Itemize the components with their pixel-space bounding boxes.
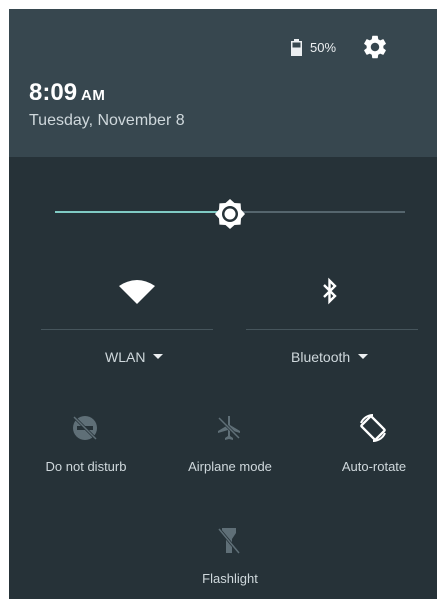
clock-hours-minutes: 8:09 xyxy=(29,79,78,106)
brightness-slider-track[interactable] xyxy=(230,211,405,213)
wlan-divider xyxy=(41,329,213,330)
chevron-down-icon xyxy=(153,353,164,359)
flashlight-label: Flashlight xyxy=(202,571,258,586)
clock-time: 8:09 AM xyxy=(29,79,105,110)
airplane-icon[interactable] xyxy=(215,414,243,442)
brightness-icon[interactable] xyxy=(214,198,246,230)
bluetooth-divider xyxy=(246,329,418,330)
chevron-down-icon xyxy=(358,353,369,359)
bluetooth-label: Bluetooth xyxy=(291,349,351,365)
bluetooth-icon[interactable] xyxy=(320,277,340,305)
settings-gear-icon[interactable] xyxy=(361,33,389,61)
wlan-dropdown[interactable]: WLAN xyxy=(105,349,164,365)
clock-date[interactable]: Tuesday, November 8 xyxy=(29,112,185,130)
autorotate-label: Auto-rotate xyxy=(341,459,407,474)
auto-rotate-icon[interactable] xyxy=(357,412,389,444)
status-header: 50% 8:09 AM Tuesday, November 8 xyxy=(9,9,437,157)
dnd-label: Do not disturb xyxy=(45,459,127,474)
flashlight-icon[interactable] xyxy=(217,526,241,556)
clock-ampm: AM xyxy=(81,87,106,104)
brightness-slider-filled[interactable] xyxy=(55,211,230,213)
battery-percentage: 50% xyxy=(310,40,337,55)
airplane-label: Airplane mode xyxy=(188,459,272,474)
bluetooth-dropdown[interactable]: Bluetooth xyxy=(291,349,369,365)
battery-icon xyxy=(291,39,302,56)
quick-settings-panel: 50% 8:09 AM Tuesday, November 8 WLAN Blue… xyxy=(9,9,437,599)
do-not-disturb-icon[interactable] xyxy=(71,414,99,442)
wifi-icon[interactable] xyxy=(119,280,155,304)
wlan-label: WLAN xyxy=(105,349,146,365)
